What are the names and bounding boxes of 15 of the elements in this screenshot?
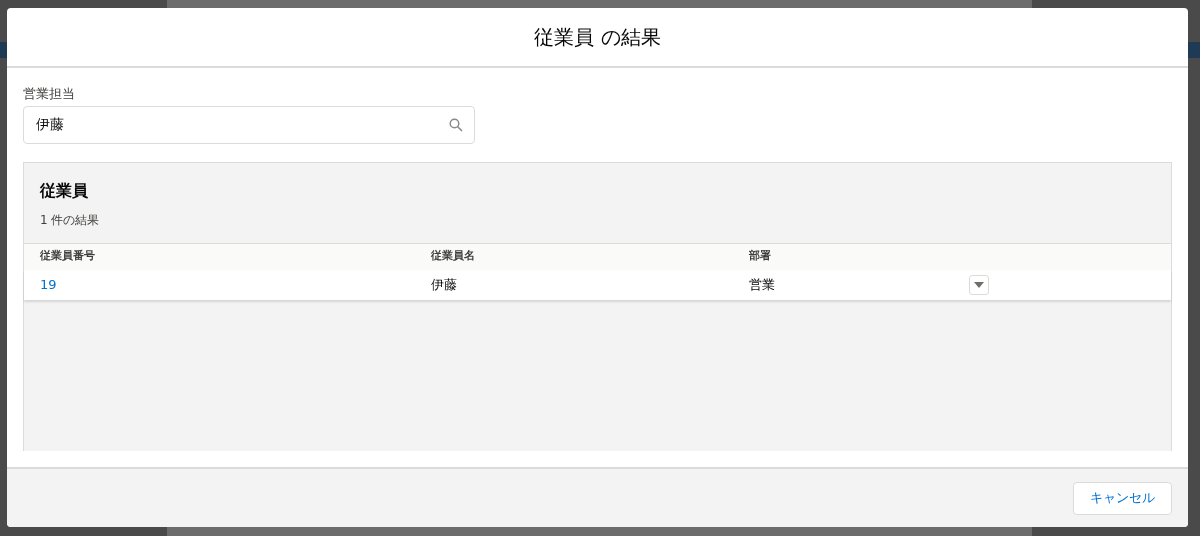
table-cell: 伊藤 bbox=[431, 276, 457, 292]
record-link[interactable]: 19 bbox=[40, 276, 57, 292]
results-count: 1 件の結果 bbox=[40, 211, 101, 229]
cancel-button[interactable]: キャンセル bbox=[1073, 481, 1172, 515]
field-label: 営業担当 bbox=[23, 85, 76, 103]
search-field[interactable]: 伊藤 bbox=[23, 105, 475, 144]
row-menu-button[interactable] bbox=[969, 274, 989, 295]
table-cell: 営業 bbox=[749, 276, 775, 292]
column-header: 部署 bbox=[749, 249, 771, 263]
search-icon bbox=[449, 117, 463, 132]
column-header: 従業員名 bbox=[431, 249, 475, 263]
results-title: 従業員 bbox=[40, 179, 89, 202]
column-header: 従業員番号 bbox=[40, 249, 95, 263]
caret-icon bbox=[974, 281, 984, 288]
modal-title: 従業員 の結果 bbox=[534, 24, 661, 51]
